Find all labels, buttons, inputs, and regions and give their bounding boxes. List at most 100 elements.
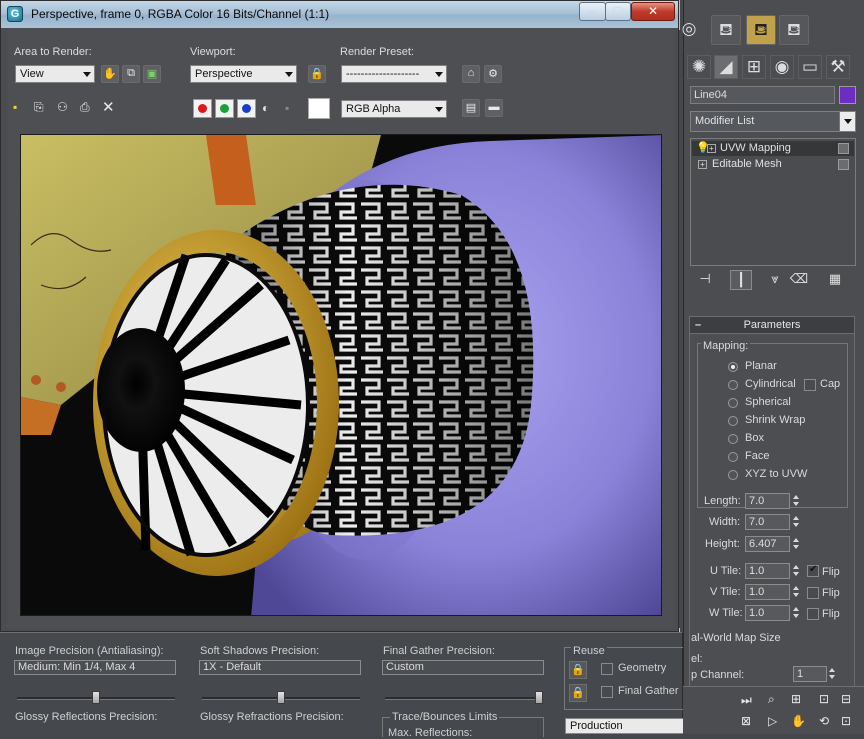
final-gather-slider-thumb[interactable] xyxy=(535,691,543,704)
render-setup-icon-button[interactable]: ▣ xyxy=(143,65,161,83)
print-icon[interactable]: ⎙ xyxy=(80,100,90,115)
blue-channel-toggle[interactable] xyxy=(237,99,256,118)
tab-display[interactable]: ▭ xyxy=(798,55,822,79)
v-flip-checkbox[interactable] xyxy=(807,587,819,599)
tab-utilities[interactable]: ⚒ xyxy=(826,55,850,79)
save-icon[interactable]: ▪ xyxy=(13,100,17,114)
u-tile-spinner[interactable] xyxy=(792,563,802,579)
area-to-render-dropdown[interactable]: View xyxy=(15,65,95,83)
final-gather-field[interactable]: Custom xyxy=(382,660,544,675)
u-flip-checkbox[interactable] xyxy=(807,564,819,577)
copy-icon[interactable]: ⎘ xyxy=(34,100,44,115)
close-button[interactable]: ✕ xyxy=(631,2,675,21)
map-channel-field[interactable]: 1 xyxy=(793,666,827,682)
image-precision-slider-thumb[interactable] xyxy=(92,691,100,704)
toggle-ui-overlay-button[interactable]: ▤ xyxy=(462,99,480,117)
render-teapot-icon[interactable]: ◎ xyxy=(679,15,699,45)
final-gather-slider[interactable] xyxy=(385,691,543,704)
toggle-ui-button[interactable]: ▬ xyxy=(485,99,503,117)
clone-icon[interactable]: ⚇ xyxy=(57,100,68,114)
height-field[interactable]: 6.407 xyxy=(745,536,790,552)
tab-motion[interactable]: ◉ xyxy=(770,55,794,79)
viewport-dropdown[interactable]: Perspective xyxy=(190,65,297,83)
show-end-result-button[interactable]: ┃ xyxy=(730,270,752,290)
orbit-icon[interactable]: ⟲ xyxy=(819,714,829,728)
alpha-channel-icon[interactable]: ◐ xyxy=(262,101,269,115)
mapping-shrink-wrap-radio[interactable] xyxy=(728,416,738,426)
soft-shadows-slider-thumb[interactable] xyxy=(277,691,285,704)
render-preset-dropdown[interactable]: -------------------- xyxy=(341,65,447,83)
tab-hierarchy[interactable]: ⊞ xyxy=(742,55,766,79)
tab-modify[interactable]: ◢ xyxy=(714,55,738,79)
w-tile-spinner[interactable] xyxy=(792,605,802,621)
w-tile-field[interactable]: 1.0 xyxy=(745,605,790,621)
mapping-cylindrical-radio[interactable] xyxy=(728,380,738,390)
mapping-xyz-to-uvw-radio[interactable] xyxy=(728,470,738,480)
zoom-all-icon[interactable]: ⊞ xyxy=(791,692,801,706)
render-setup-toolbar-button[interactable]: ⛾ xyxy=(711,15,741,45)
edit-region-button[interactable]: ✋ xyxy=(101,65,119,83)
go-to-end-icon[interactable]: ⏭ xyxy=(741,693,752,708)
render-production-button[interactable]: ⛾ xyxy=(779,15,809,45)
rendered-frame-window-button[interactable]: ⛾ xyxy=(746,15,776,45)
stack-item-toggle[interactable] xyxy=(838,143,849,154)
final-gather-checkbox[interactable] xyxy=(601,686,613,698)
auto-region-button[interactable]: ⧉ xyxy=(122,65,140,83)
u-tile-field[interactable]: 1.0 xyxy=(745,563,790,579)
expand-icon[interactable]: + xyxy=(707,144,716,153)
object-name-field[interactable]: Line04 xyxy=(690,86,835,104)
length-field[interactable]: 7.0 xyxy=(745,493,790,509)
field-of-view-icon[interactable]: ▷ xyxy=(768,714,777,728)
tab-create[interactable]: ✺ xyxy=(687,55,711,79)
height-spinner[interactable] xyxy=(792,536,802,552)
mapping-spherical-radio[interactable] xyxy=(728,398,738,408)
geometry-checkbox[interactable] xyxy=(601,663,613,675)
zoom-extents-all-icon[interactable]: ⊟ xyxy=(841,692,851,706)
stack-item-editable-mesh[interactable]: + Editable Mesh xyxy=(692,157,854,172)
color-swatch[interactable] xyxy=(308,98,330,119)
make-unique-button[interactable]: ⩔ xyxy=(764,270,786,290)
remove-modifier-button[interactable]: ⌫ xyxy=(788,270,810,290)
lock-viewport-button[interactable]: 🔒 xyxy=(308,65,326,83)
v-tile-spinner[interactable] xyxy=(792,584,802,600)
expand-icon[interactable]: + xyxy=(698,160,707,169)
v-tile-field[interactable]: 1.0 xyxy=(745,584,790,600)
red-channel-toggle[interactable] xyxy=(193,99,212,118)
clear-icon[interactable]: ✕ xyxy=(102,98,115,116)
width-field[interactable]: 7.0 xyxy=(745,514,790,530)
key-mode-icon[interactable]: ⊠ xyxy=(741,714,751,728)
mapping-face-radio[interactable] xyxy=(728,452,738,462)
render-setup-button[interactable]: ⌂ xyxy=(462,65,480,83)
geometry-lock-button[interactable]: 🔒 xyxy=(569,661,587,679)
channel-display-dropdown[interactable]: RGB Alpha xyxy=(341,100,447,118)
soft-shadows-field[interactable]: 1X - Default xyxy=(199,660,361,675)
maximize-button[interactable]: ▢ xyxy=(605,2,631,21)
environment-effects-button[interactable]: ⚙ xyxy=(484,65,502,83)
stack-item-uvw-mapping[interactable]: 💡 + UVW Mapping xyxy=(692,141,854,156)
pan-icon[interactable]: ✋ xyxy=(791,714,806,728)
mapping-planar-radio[interactable] xyxy=(728,362,738,372)
zoom-icon[interactable]: ⌕ xyxy=(768,692,775,707)
monochrome-icon[interactable]: ▪ xyxy=(285,101,289,115)
window-titlebar[interactable]: G Perspective, frame 0, RGBA Color 16 Bi… xyxy=(1,1,678,28)
image-precision-field[interactable]: Medium: Min 1/4, Max 4 xyxy=(14,660,176,675)
length-spinner[interactable] xyxy=(792,493,802,509)
map-channel-spinner[interactable] xyxy=(828,666,838,682)
width-spinner[interactable] xyxy=(792,514,802,530)
mapping-box-radio[interactable] xyxy=(728,434,738,444)
pin-stack-button[interactable]: ⊣ xyxy=(694,270,716,290)
soft-shadows-slider[interactable] xyxy=(202,691,360,704)
green-channel-toggle[interactable] xyxy=(215,99,234,118)
image-precision-slider[interactable] xyxy=(17,691,175,704)
configure-modifier-sets-button[interactable]: ▦ xyxy=(824,270,846,290)
w-flip-checkbox[interactable] xyxy=(807,608,819,620)
final-gather-lock-button[interactable]: 🔒 xyxy=(569,684,587,702)
stack-item-toggle[interactable] xyxy=(838,159,849,170)
zoom-extents-icon[interactable]: ⊡ xyxy=(819,692,829,706)
object-color-swatch[interactable] xyxy=(839,86,856,104)
real-world-map-size-label[interactable]: al-World Map Size xyxy=(691,632,781,644)
parameters-header[interactable]: – Parameters xyxy=(690,317,854,334)
cap-checkbox[interactable] xyxy=(804,379,816,391)
modifier-list-dropdown[interactable]: Modifier List xyxy=(690,111,856,132)
minimize-button[interactable]: – xyxy=(579,2,606,21)
